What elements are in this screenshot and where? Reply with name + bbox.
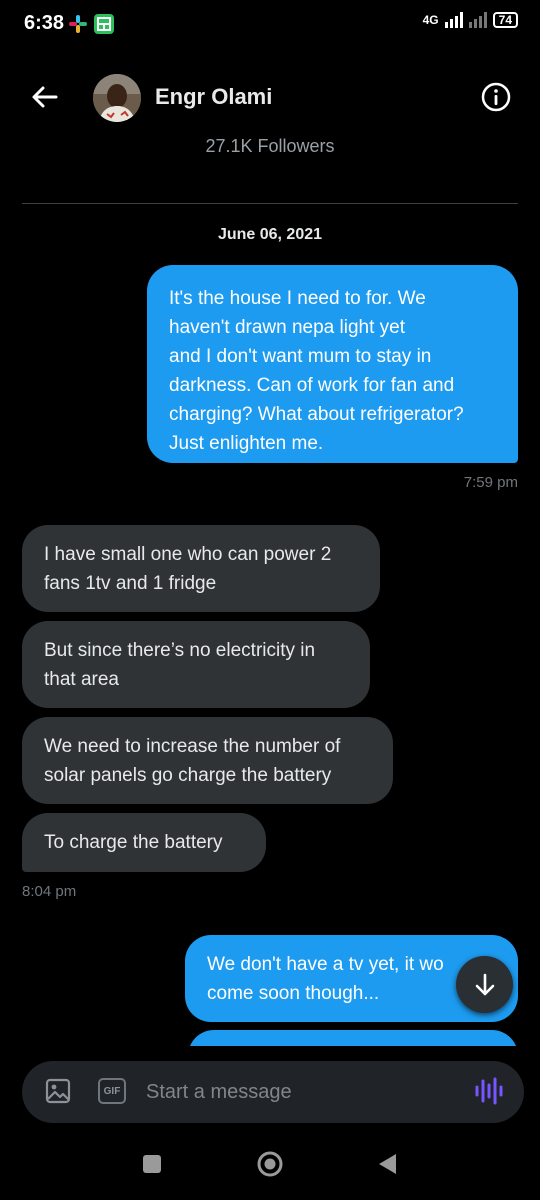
conversation-info-button[interactable] (480, 81, 512, 113)
back-button[interactable] (28, 80, 62, 114)
followers-count: 27.1K Followers (205, 136, 335, 156)
sheets-notification-icon (94, 14, 114, 34)
message-bubble-received[interactable]: We need to increase the number of solar … (22, 717, 393, 804)
header-divider (22, 203, 518, 204)
arrow-left-icon (32, 86, 58, 108)
system-back-button[interactable] (376, 1152, 398, 1176)
info-circle-icon (481, 82, 511, 112)
voice-waveform-icon (475, 1077, 503, 1105)
battery-icon: 74 (492, 12, 518, 28)
voice-message-button[interactable] (473, 1076, 503, 1106)
message-bubble-sent[interactable]: It's the house I need to for. We haven't… (147, 265, 518, 463)
date-separator: June 06, 2021 (217, 226, 323, 243)
message-bubble-received[interactable]: But since there’s no electricity in that… (22, 621, 370, 708)
status-indicators: 4G 74 (423, 12, 518, 28)
home-button[interactable] (256, 1150, 284, 1178)
signal-strength-icon (444, 12, 463, 28)
triangle-back-icon (379, 1154, 396, 1174)
image-icon (45, 1078, 71, 1104)
arrow-down-icon (475, 973, 494, 995)
recent-apps-button[interactable] (143, 1155, 161, 1173)
add-image-button[interactable] (44, 1077, 72, 1105)
home-circle-icon (257, 1151, 283, 1177)
message-input[interactable] (146, 1075, 446, 1109)
add-gif-button[interactable]: GIF (98, 1078, 126, 1104)
message-timestamp: 8:04 pm (22, 883, 77, 900)
message-timestamp: 7:59 pm (463, 474, 518, 491)
contact-avatar[interactable] (93, 74, 141, 122)
contact-name[interactable]: Engr Olami (155, 84, 272, 110)
battery-level: 74 (498, 13, 512, 27)
network-type: 4G (422, 13, 439, 27)
scroll-to-bottom-button[interactable] (456, 956, 513, 1013)
message-bubble-received[interactable]: I have small one who can power 2 fans 1t… (22, 525, 380, 612)
slack-notification-icon (68, 14, 88, 34)
signal-strength-sim2-icon (468, 12, 487, 28)
message-bubble-received[interactable]: To charge the battery (22, 813, 266, 872)
status-time: 6:38 (24, 12, 65, 34)
